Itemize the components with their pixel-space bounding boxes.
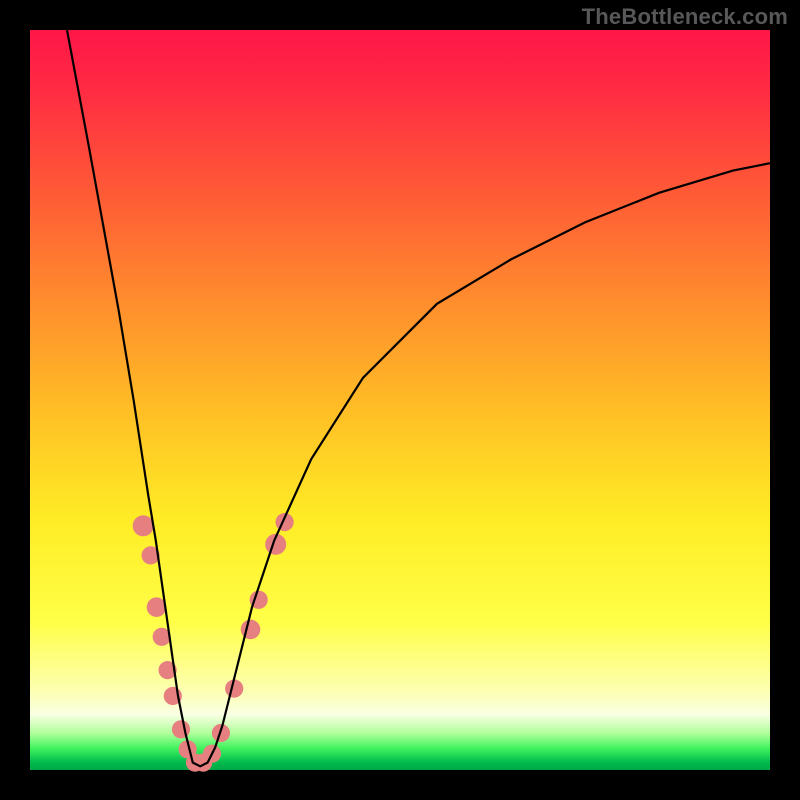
watermark-text: TheBottleneck.com [582,4,788,30]
data-point-blob [133,515,154,536]
bottleneck-curve [67,30,770,766]
data-point-blob [172,720,190,738]
chart-frame: TheBottleneck.com [0,0,800,800]
curve-overlay [30,30,770,770]
